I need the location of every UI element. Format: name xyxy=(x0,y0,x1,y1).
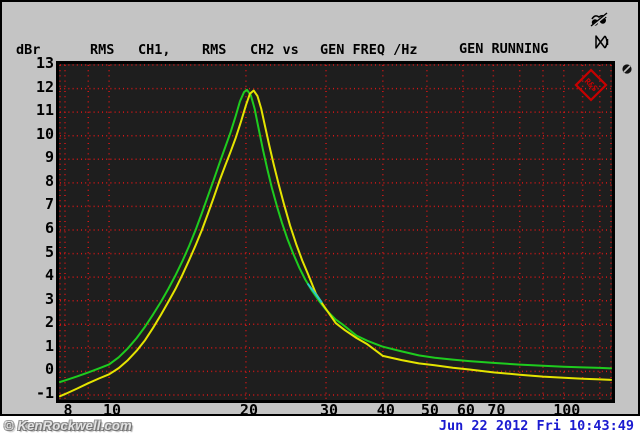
y-axis-tick-label: 4 xyxy=(44,266,54,285)
y-axis-tick-label: 2 xyxy=(44,313,54,332)
y-axis-tick-label: 6 xyxy=(44,219,54,237)
y-axis-tick-label: 7 xyxy=(44,195,54,214)
analyzer-screen: dBr RMS CH1, RMS CH2 vs GEN FREQ /Hz GEN… xyxy=(0,0,640,419)
rohde-schwarz-logo: R&S xyxy=(574,68,608,102)
y-axis-tick-label: 0 xyxy=(44,360,54,379)
trace2-function-label: RMS xyxy=(202,42,227,58)
speaker-muted-icon xyxy=(595,35,609,49)
status-icons xyxy=(590,11,634,49)
y-axis-tick-label: 5 xyxy=(44,242,54,261)
generator-status: GEN RUNNING xyxy=(459,41,549,57)
y-axis-tick-label: -1 xyxy=(35,384,54,402)
frequency-response-plot: R&S xyxy=(56,61,615,403)
y-axis-tick-label: 3 xyxy=(44,289,54,308)
y-axis-tick-label: 12 xyxy=(35,77,54,96)
y-axis-tick-label: 8 xyxy=(44,171,54,190)
footer: © KenRockwell.com Jun 22 2012 Fri 10:43:… xyxy=(0,416,640,436)
trace1-channel-label: CH1, xyxy=(138,42,171,58)
trace2-channel-label: CH2 vs xyxy=(250,42,299,58)
y-axis-tick-label: 9 xyxy=(44,148,54,167)
chart-canvas xyxy=(59,64,612,399)
trace1-function-label: RMS xyxy=(90,42,115,58)
datetime-stamp: Jun 22 2012 Fri 10:43:49 xyxy=(438,418,634,434)
y-axis-tick-label: 13 xyxy=(35,54,54,72)
page: dBr RMS CH1, RMS CH2 vs GEN FREQ /Hz GEN… xyxy=(0,0,640,436)
x-axis-source-label: GEN FREQ /Hz xyxy=(320,42,418,58)
y-axis-tick-label: 1 xyxy=(44,336,54,355)
headphones-muted-icon xyxy=(590,12,608,29)
y-axis-tick-label: 10 xyxy=(35,124,54,143)
watermark: © KenRockwell.com xyxy=(4,418,132,433)
svg-text:R&S: R&S xyxy=(583,77,600,94)
indicator-circle-icon xyxy=(622,64,632,74)
y-axis-tick-label: 11 xyxy=(35,101,54,120)
